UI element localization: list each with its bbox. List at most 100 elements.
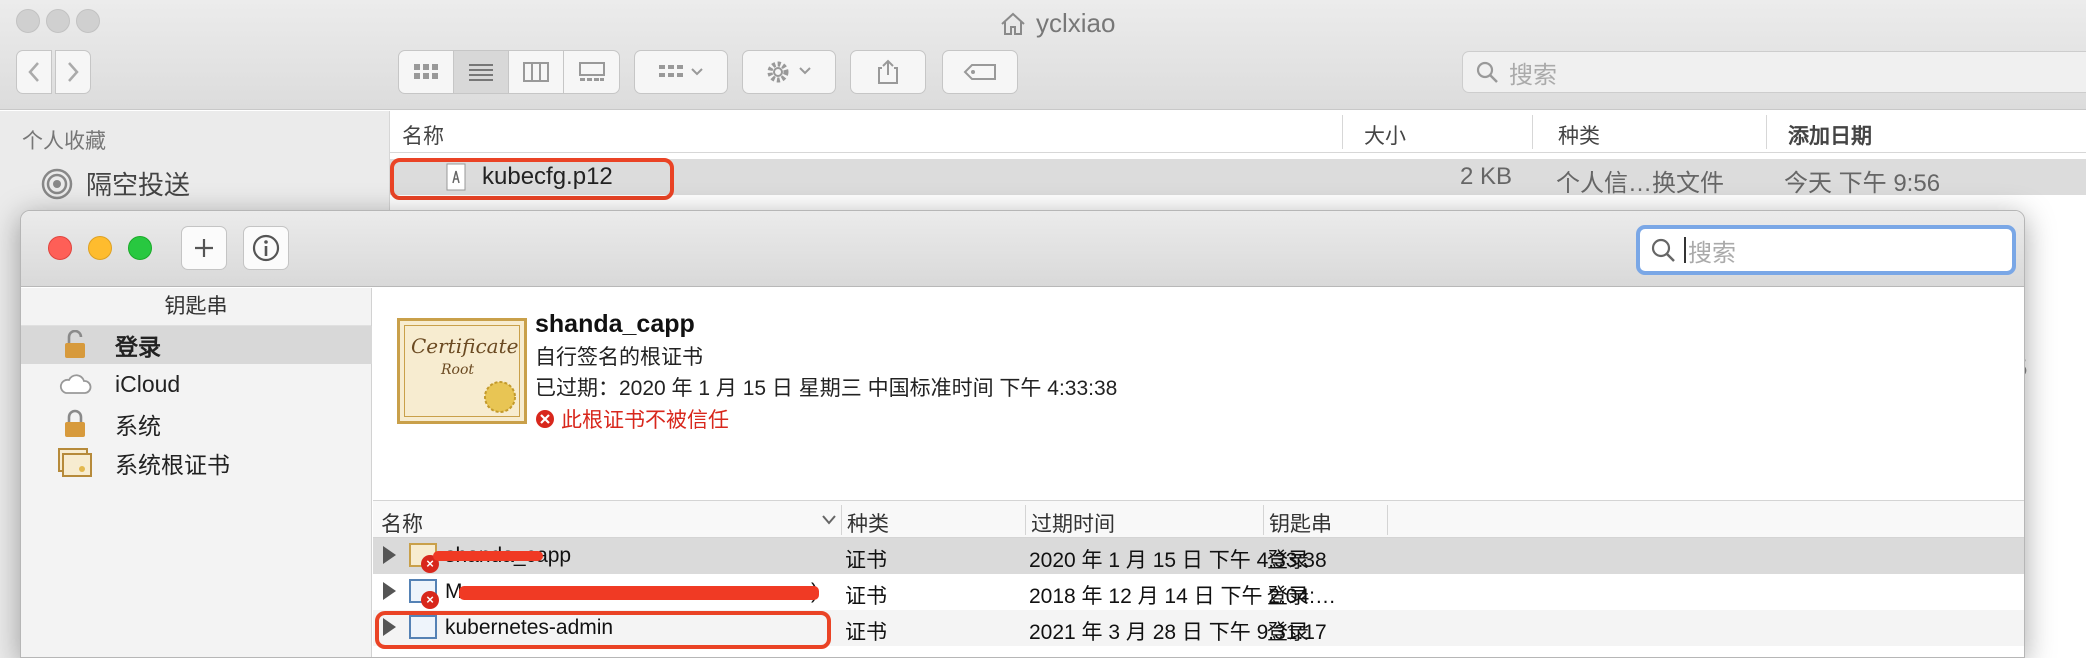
- add-item-button[interactable]: [181, 226, 227, 270]
- certificate-type: 自行签名的根证书: [535, 346, 703, 369]
- row-keychain: 登录: [1267, 549, 1309, 572]
- list-icon: [469, 64, 493, 81]
- finder-toolbar: yclxiao 搜索: [0, 0, 2086, 110]
- row-keychain: 登录: [1267, 585, 1309, 608]
- file-date: 今天 下午 9:56: [1784, 170, 1941, 197]
- home-icon: [1001, 12, 1025, 35]
- certificate-cabinet-icon: [57, 448, 93, 478]
- column-header-kind[interactable]: 种类: [1558, 120, 1600, 150]
- annotation-highlight-row: [375, 611, 831, 649]
- finder-search-placeholder: 搜索: [1509, 61, 1557, 89]
- certificate-image: Certificate Root: [397, 318, 527, 424]
- share-button[interactable]: [850, 50, 926, 94]
- finder-close-button[interactable]: [16, 9, 40, 33]
- finder-list-header: 名称 大小 种类 添加日期: [390, 111, 2086, 153]
- error-badge-icon: ×: [421, 591, 439, 609]
- column-header-kind[interactable]: 种类: [847, 508, 889, 538]
- column-divider: [1342, 115, 1343, 149]
- grid-icon: [414, 64, 438, 79]
- file-size: 2 KB: [1460, 163, 1513, 190]
- gallery-icon: [578, 62, 605, 81]
- keychain-search-placeholder: 搜索: [1688, 239, 1736, 267]
- share-icon: [878, 59, 898, 84]
- cloud-icon: [57, 369, 93, 399]
- redaction-mark: [433, 551, 543, 561]
- column-divider: [1532, 115, 1533, 149]
- row-kind: 证书: [845, 585, 887, 608]
- disclosure-triangle-icon[interactable]: [383, 546, 396, 564]
- chevron-left-icon: [28, 62, 39, 82]
- view-mode-segment: [398, 50, 620, 94]
- chevron-right-icon: [68, 62, 79, 82]
- favorites-heading: 个人收藏: [22, 130, 106, 153]
- table-row-mac[interactable]: × Mac ) 证书 2018 年 12 月 14 日 下午 2:04:… 登录: [373, 574, 2024, 610]
- keychain-search-field[interactable]: 搜索: [1636, 225, 2016, 275]
- finder-title-text: yclxiao: [1036, 8, 1116, 38]
- keychain-access-window: 搜索 钥匙串 登录 iCloud 系统 系统根证书 Certificate Ro…: [20, 210, 2025, 658]
- padlock-open-icon: [57, 330, 93, 360]
- column-header-name[interactable]: 名称: [381, 508, 423, 538]
- gear-icon: [767, 61, 811, 83]
- tags-button[interactable]: [942, 50, 1018, 94]
- finder-search-field[interactable]: 搜索: [1462, 51, 2086, 93]
- column-divider: [1263, 505, 1264, 535]
- certificate-detail-pane: Certificate Root shanda_capp 自行签名的根证书 已过…: [373, 288, 2024, 500]
- row-kind: 证书: [845, 621, 887, 644]
- info-icon: [252, 234, 280, 262]
- finder-window-title: yclxiao: [1000, 8, 1115, 39]
- sidebar-item-system-roots[interactable]: 系统根证书: [21, 444, 372, 482]
- column-divider: [1387, 505, 1388, 535]
- sidebar-item-login[interactable]: 登录: [21, 326, 372, 364]
- sidebar-item-icloud[interactable]: iCloud: [21, 365, 372, 403]
- column-view-button[interactable]: [509, 51, 564, 93]
- finder-file-list: 名称 大小 种类 添加日期 kubecfg.p12 2 KB 个人信…换文件 今…: [390, 111, 2086, 382]
- column-header-keychain[interactable]: 钥匙串: [1269, 508, 1332, 538]
- airdrop-icon: [41, 168, 73, 199]
- items-table-header: 名称 种类 过期时间 钥匙串: [373, 500, 2024, 538]
- column-divider: [1025, 505, 1026, 535]
- certificate-name: shanda_capp: [535, 310, 695, 338]
- search-icon: [1651, 238, 1675, 262]
- sidebar-item-label: 登录: [115, 334, 161, 360]
- sidebar-item-label: iCloud: [115, 370, 181, 397]
- gallery-view-button[interactable]: [564, 51, 619, 93]
- sidebar-item-airdrop[interactable]: 隔空投送: [40, 165, 190, 202]
- plus-icon: [195, 239, 213, 257]
- icon-view-button[interactable]: [399, 51, 454, 93]
- list-view-button[interactable]: [454, 51, 509, 93]
- keychains-heading: 钥匙串: [21, 288, 371, 326]
- seal-icon: [484, 381, 516, 413]
- get-info-button[interactable]: [243, 226, 289, 270]
- sidebar-item-label: 系统: [115, 413, 161, 439]
- column-header-name[interactable]: 名称: [402, 120, 444, 150]
- redaction-mark: [459, 586, 819, 600]
- forward-button[interactable]: [55, 50, 91, 94]
- column-header-size[interactable]: 大小: [1364, 120, 1406, 150]
- file-kind: 个人信…换文件: [1556, 170, 1724, 197]
- close-button[interactable]: [48, 236, 72, 260]
- sidebar-item-system[interactable]: 系统: [21, 405, 372, 443]
- minimize-button[interactable]: [88, 236, 112, 260]
- finder-minimize-button[interactable]: [46, 9, 70, 33]
- sort-chevron-down-icon: [822, 515, 836, 525]
- trust-warning-text: 此根证书不被信任: [561, 409, 729, 432]
- tag-icon: [963, 64, 996, 80]
- certificate-image-subtitle: Root: [441, 362, 475, 378]
- group-button[interactable]: [634, 50, 728, 94]
- table-row-shanda-capp[interactable]: × shanda_capp 证书 2020 年 1 月 15 日 下午 4:33…: [373, 538, 2024, 574]
- column-header-expires[interactable]: 过期时间: [1031, 508, 1115, 538]
- action-button[interactable]: [742, 50, 836, 94]
- keychain-items-table: 名称 种类 过期时间 钥匙串 × shanda_capp 证书 2020 年 1…: [373, 500, 2024, 657]
- back-button[interactable]: [16, 50, 52, 94]
- column-header-date-added[interactable]: 添加日期: [1788, 120, 1872, 150]
- error-circle-icon: [536, 410, 554, 428]
- row-kind: 证书: [845, 549, 887, 572]
- annotation-highlight-file: [390, 158, 674, 200]
- finder-zoom-button[interactable]: [76, 9, 100, 33]
- text-cursor: [1684, 237, 1686, 263]
- search-icon: [1476, 61, 1498, 83]
- disclosure-triangle-icon[interactable]: [383, 582, 396, 600]
- zoom-button[interactable]: [128, 236, 152, 260]
- padlock-icon: [57, 409, 93, 439]
- keychain-toolbar: 搜索: [21, 211, 2024, 287]
